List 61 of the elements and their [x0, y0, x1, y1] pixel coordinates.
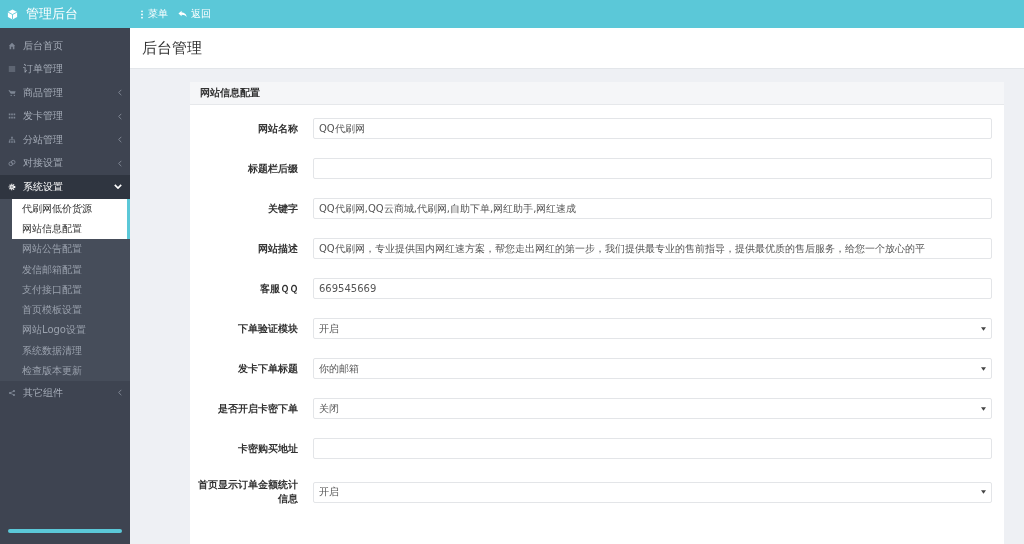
sitemap-icon	[8, 135, 16, 144]
select-field[interactable]: 关闭	[313, 398, 992, 419]
caret-icon	[981, 366, 986, 371]
link-icon	[8, 159, 16, 168]
sidebar-item[interactable]: 后台首页	[0, 34, 130, 58]
sidebar-item[interactable]: 系统设置	[0, 175, 130, 199]
submenu-item[interactable]: 网站公告配置	[12, 239, 130, 260]
field-label: 网站描述	[257, 241, 298, 256]
submenu-item[interactable]: 首页模板设置	[12, 300, 130, 321]
input-field[interactable]: QQ代刷网,QQ云商城,代刷网,自助下单,网红助手,网红速成	[313, 198, 992, 219]
field-label: 发卡下单标题	[237, 361, 298, 376]
field-label: 首页显示订单金额统计信息	[197, 478, 298, 506]
select-field[interactable]: 开启	[313, 318, 992, 339]
input-field[interactable]: QQ代刷网，专业提供国内网红速方案，帮您走出网红的第一步，我们提供最专业的售前指导，提供最优质的售后服务，给您一个放心的平	[313, 238, 992, 259]
submenu-item[interactable]: 代刷网低价货源	[12, 198, 130, 219]
sidebar-item[interactable]: 发卡管理	[0, 104, 130, 128]
input-field[interactable]	[313, 438, 992, 459]
settings-icon	[8, 182, 16, 191]
sidebar-item[interactable]: 其它组件	[0, 381, 130, 405]
field-label: 下单验证模块	[237, 321, 298, 336]
field-label: 卡密购买地址	[237, 441, 298, 456]
menu-icon	[140, 9, 144, 19]
list-icon	[8, 65, 16, 74]
field-label: 标题栏后缀	[247, 161, 298, 176]
select-field[interactable]: 开启	[313, 481, 992, 503]
reply-arrow-icon	[178, 10, 187, 18]
sidebar-item[interactable]: 订单管理	[0, 57, 130, 81]
cube-icon	[7, 8, 18, 20]
chevron-left-icon	[118, 136, 122, 144]
cart-icon	[8, 88, 16, 97]
submenu-item[interactable]: 系统数据清理	[12, 340, 130, 361]
select-field[interactable]: 你的邮箱	[313, 358, 992, 379]
submenu-item[interactable]: 支付接口配置	[12, 279, 130, 300]
caret-icon	[981, 490, 986, 494]
field-label: 是否开启卡密下单	[217, 401, 298, 416]
chevron-left-icon	[118, 389, 122, 397]
brand-title: 管理后台	[26, 5, 78, 23]
field-label: 关键字	[267, 201, 298, 216]
sidebar-item[interactable]: 对接设置	[0, 151, 130, 175]
home-icon	[8, 41, 16, 50]
sidebar-item[interactable]: 分站管理	[0, 128, 130, 152]
caret-icon	[981, 326, 986, 331]
input-field[interactable]: 669545669	[313, 278, 992, 299]
input-field[interactable]: QQ代刷网	[313, 118, 992, 139]
chevron-left-icon	[118, 112, 122, 120]
grid-icon	[8, 112, 16, 121]
chevron-down-icon	[114, 184, 122, 190]
field-label: 客服ＱＱ	[259, 281, 298, 296]
chevron-left-icon	[118, 159, 122, 167]
submenu-item[interactable]: 网站Logo设置	[12, 320, 130, 341]
submenu-item[interactable]: 网站信息配置	[12, 218, 130, 240]
chevron-left-icon	[118, 89, 122, 97]
card-title: 网站信息配置	[200, 86, 260, 100]
page-title: 后台管理	[142, 38, 202, 58]
sidebar-item[interactable]: 商品管理	[0, 81, 130, 105]
caret-icon	[981, 406, 986, 411]
share-icon	[8, 388, 16, 397]
submenu-item[interactable]: 检查版本更新	[12, 360, 130, 382]
input-field[interactable]	[313, 158, 992, 179]
submenu-item[interactable]: 发信邮箱配置	[12, 259, 130, 280]
field-label: 网站名称	[257, 121, 298, 136]
